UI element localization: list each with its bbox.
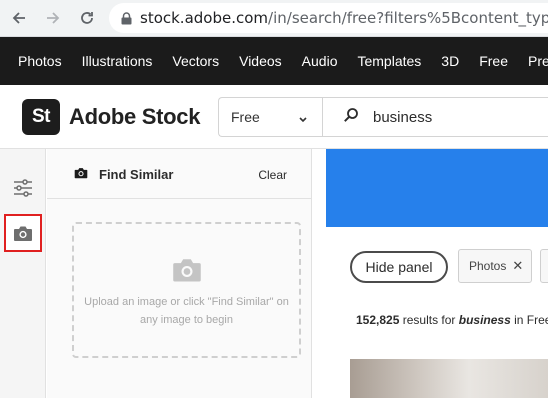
camera-icon (74, 166, 88, 184)
camera-icon[interactable] (4, 214, 42, 252)
url-text: stock.adobe.com/in/search/free?filters%5… (140, 9, 548, 27)
results-summary: 152,825 results for business in Free (356, 313, 548, 327)
search-box[interactable] (322, 97, 548, 137)
hide-panel-button[interactable]: Hide panel (350, 251, 448, 283)
nav-vectors[interactable]: Vectors (172, 53, 219, 69)
forward-icon[interactable] (43, 8, 63, 28)
close-icon[interactable]: ✕ (512, 258, 523, 274)
panel-header: Find Similar Clear (47, 149, 312, 199)
results-tail: in Free (510, 313, 548, 327)
site-header: St Adobe Stock Free (0, 85, 548, 149)
nav-photos[interactable]: Photos (18, 53, 62, 69)
filter-chip[interactable] (540, 249, 548, 283)
adobe-stock-logo[interactable]: St (22, 99, 60, 135)
results-mid: results for (399, 313, 459, 327)
url-path: /in/search/free?filters%5Bcontent_type% (268, 9, 548, 27)
address-bar[interactable]: stock.adobe.com/in/search/free?filters%5… (109, 3, 548, 33)
filter-value: Free (231, 109, 260, 125)
category-nav: Photos Illustrations Vectors Videos Audi… (0, 37, 548, 85)
nav-free[interactable]: Free (479, 53, 508, 69)
results-term: business (458, 313, 511, 327)
results-area: Hide panel Photos ✕ 152,825 results for … (326, 149, 548, 398)
promo-banner (326, 149, 548, 227)
url-host: stock.adobe.com (140, 9, 269, 27)
reload-icon[interactable] (77, 8, 97, 28)
nav-illustrations[interactable]: Illustrations (82, 53, 153, 69)
drop-zone-instructions: Upload an image or click "Find Similar" … (84, 296, 289, 326)
nav-3d[interactable]: 3D (441, 53, 459, 69)
camera-icon (171, 257, 203, 288)
image-drop-zone[interactable]: Upload an image or click "Find Similar" … (72, 222, 301, 358)
results-count: 152,825 (356, 313, 400, 327)
chevron-down-icon (298, 111, 308, 127)
brand-name[interactable]: Adobe Stock (69, 104, 200, 130)
filters-icon[interactable] (6, 171, 40, 205)
chip-label: Photos (469, 259, 507, 273)
clear-button[interactable]: Clear (258, 168, 287, 182)
browser-toolbar: stock.adobe.com/in/search/free?filters%5… (0, 0, 548, 37)
panel-title: Find Similar (99, 167, 174, 182)
search-input[interactable] (373, 108, 533, 126)
nav-videos[interactable]: Videos (239, 53, 282, 69)
filter-chip-photos[interactable]: Photos ✕ (458, 249, 532, 283)
find-similar-panel: Find Similar Clear Upload an image or cl… (47, 149, 312, 398)
result-thumbnail[interactable] (350, 359, 548, 398)
nav-premium[interactable]: Prem (528, 53, 548, 69)
content-filter-dropdown[interactable]: Free (218, 97, 322, 137)
back-icon[interactable] (9, 8, 29, 28)
nav-audio[interactable]: Audio (302, 53, 338, 69)
nav-templates[interactable]: Templates (357, 53, 421, 69)
search-icon (343, 107, 359, 128)
lock-icon (121, 11, 132, 25)
left-tool-rail (0, 149, 46, 398)
